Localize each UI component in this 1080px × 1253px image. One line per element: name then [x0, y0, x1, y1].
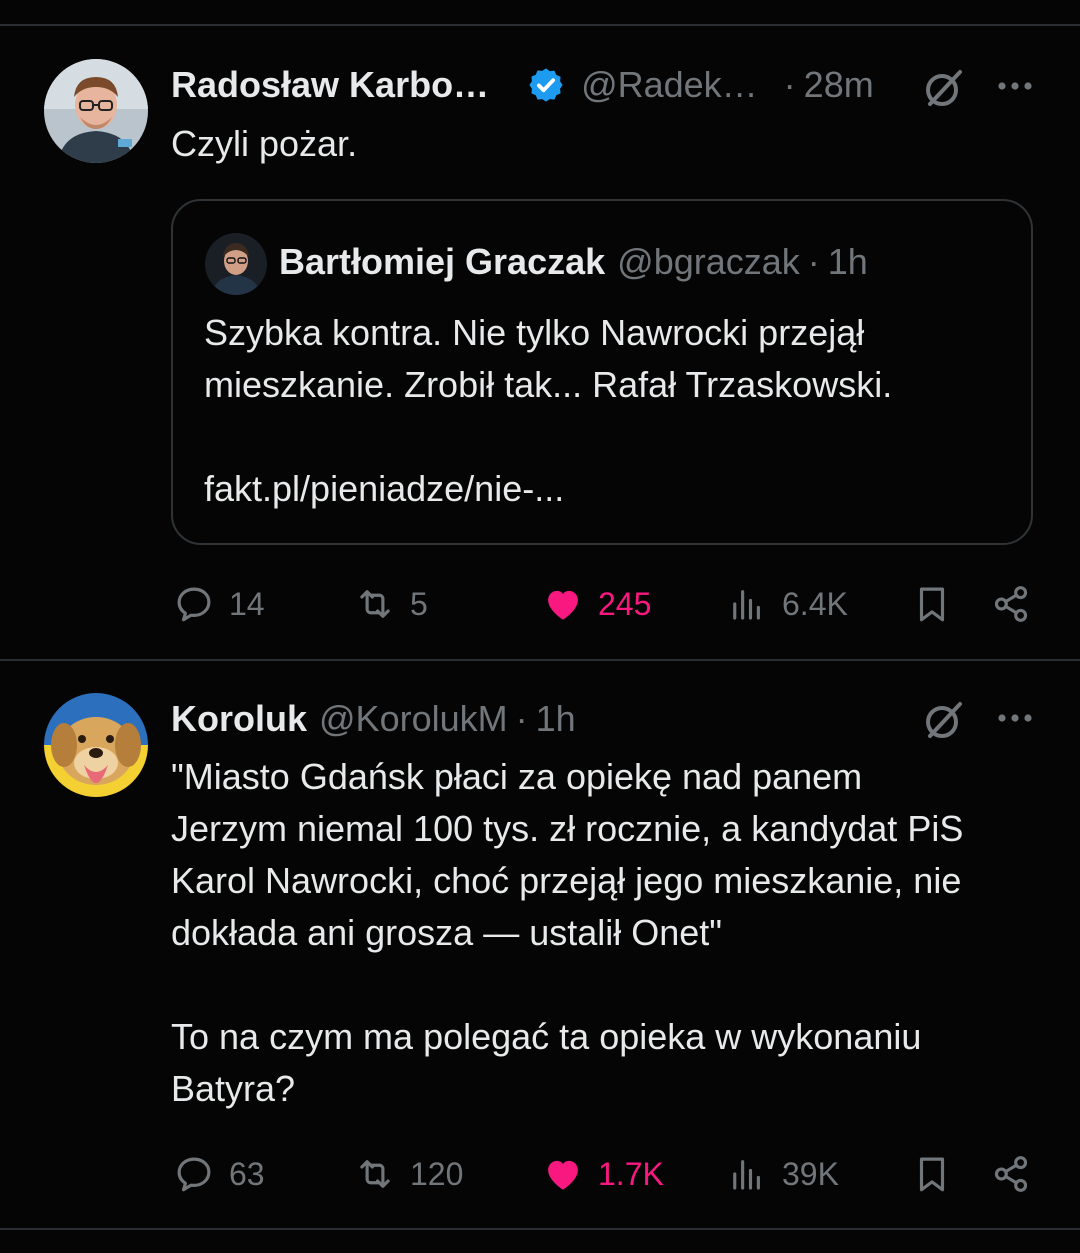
views-icon	[733, 590, 760, 620]
tweet-text: "Miasto Gdańsk płaci za opiekę nad panem…	[171, 756, 964, 1109]
separator-dot: ·	[807, 241, 820, 282]
repost-icon	[360, 590, 390, 618]
views-button[interactable]: 6.4K	[726, 579, 848, 629]
views-icon	[733, 1160, 760, 1190]
quoted-author-handle[interactable]: @bgraczak	[617, 241, 800, 283]
reply-button[interactable]: 14	[173, 579, 265, 629]
quoted-tweet[interactable]: Bartłomiej Graczak @bgraczak · 1h Szybka…	[171, 199, 1033, 545]
avatar[interactable]	[44, 59, 148, 163]
bookmark-icon[interactable]	[911, 1153, 953, 1195]
author-name[interactable]: Koroluk	[171, 698, 307, 740]
tweet-header: Koroluk @KorolukM · 1h	[171, 696, 576, 742]
bookmark-icon[interactable]	[911, 583, 953, 625]
like-count: 245	[598, 585, 652, 622]
reply-button[interactable]: 63	[173, 1149, 265, 1199]
more-icon[interactable]	[995, 698, 1035, 738]
repost-button[interactable]: 5	[354, 579, 428, 629]
action-bar: 14 5 245 6.4K	[0, 579, 1080, 629]
repost-button[interactable]: 120	[354, 1149, 463, 1199]
author-handle[interactable]: @Radek…	[581, 64, 758, 106]
heart-icon	[548, 1160, 578, 1190]
separator-dot: ·	[783, 64, 796, 105]
reply-count: 14	[229, 585, 265, 622]
grok-icon[interactable]	[922, 698, 966, 742]
author-handle[interactable]: @KorolukM	[319, 698, 508, 740]
heart-icon	[548, 590, 578, 620]
action-bar: 63 120 1.7K 39K	[0, 1149, 1080, 1199]
quoted-avatar[interactable]	[205, 233, 267, 295]
repost-count: 120	[410, 1155, 464, 1192]
verified-badge-icon	[527, 66, 565, 104]
repost-icon	[360, 1160, 390, 1188]
avatar[interactable]	[44, 693, 148, 797]
share-icon[interactable]	[990, 1153, 1032, 1195]
reply-icon	[177, 587, 211, 622]
views-count: 39K	[782, 1155, 839, 1192]
bottom-divider	[0, 1228, 1080, 1230]
repost-count: 5	[410, 585, 428, 622]
like-count: 1.7K	[598, 1155, 664, 1192]
tweet-2[interactable]: Koroluk @KorolukM · 1h "Miasto Gdańsk pł…	[0, 661, 1080, 1228]
tweet-1[interactable]: Radosław Karbo… @Radek… · 28m Czyli poża…	[0, 0, 1080, 659]
timestamp[interactable]: 1h	[536, 698, 576, 740]
like-button[interactable]: 245	[542, 579, 651, 629]
more-icon[interactable]	[995, 66, 1035, 106]
like-button[interactable]: 1.7K	[542, 1149, 664, 1199]
quoted-text: Szybka kontra. Nie tylko Nawrocki przeją…	[204, 312, 893, 509]
quoted-author-name[interactable]: Bartłomiej Graczak	[279, 241, 605, 283]
author-name[interactable]: Radosław Karbo…	[171, 64, 489, 106]
grok-icon[interactable]	[922, 66, 966, 110]
separator-dot: ·	[515, 698, 528, 739]
reply-count: 63	[229, 1155, 265, 1192]
tweet-header: Radosław Karbo… @Radek… · 28m	[171, 62, 874, 108]
share-icon[interactable]	[990, 583, 1032, 625]
quoted-header: Bartłomiej Graczak @bgraczak · 1h	[279, 241, 868, 283]
views-count: 6.4K	[782, 585, 848, 622]
tweet-text: Czyli pożar.	[171, 123, 358, 164]
quoted-timestamp[interactable]: 1h	[828, 241, 868, 283]
reply-icon	[177, 1157, 211, 1192]
views-button[interactable]: 39K	[726, 1149, 839, 1199]
timestamp[interactable]: 28m	[804, 64, 874, 106]
